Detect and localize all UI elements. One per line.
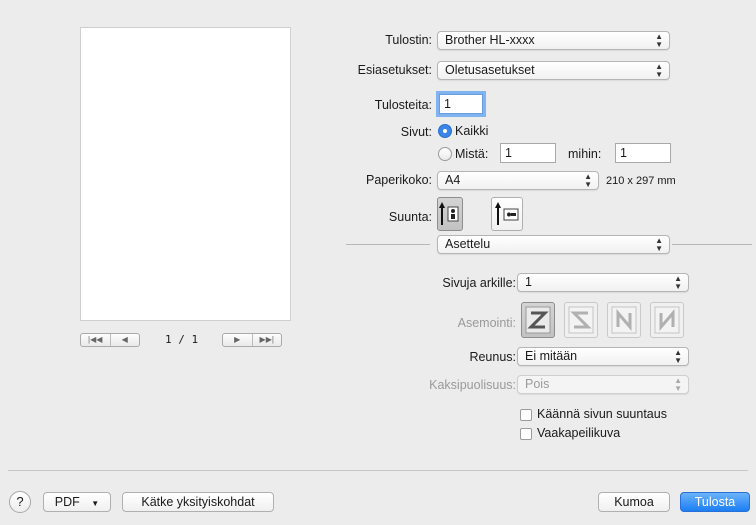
pages-label: Sivut: (400, 125, 432, 139)
preview-forward-controls[interactable]: ▶ ▶▶| (222, 333, 282, 347)
last-page-icon[interactable]: ▶▶| (251, 334, 282, 346)
chevron-down-icon: ▼ (91, 499, 100, 508)
presets-value: Oletusasetukset (445, 63, 535, 77)
pages-per-sheet-label: Sivuja arkille: (442, 276, 516, 290)
print-button[interactable]: Tulosta (680, 492, 750, 512)
section-divider-right (672, 244, 752, 245)
updown-arrows-icon: ▲ ▼ (584, 171, 592, 189)
updown-arrows-icon: ▲ ▼ (655, 61, 663, 79)
hide-details-button[interactable]: Kätke yksityiskohdat (122, 492, 274, 512)
section-value: Asettelu (445, 237, 491, 251)
layout-direction-label: Asemointi: (457, 316, 516, 330)
pages-from-label: Mistä: (455, 147, 489, 161)
pages-to-input[interactable]: 1 (615, 143, 671, 163)
pages-to-label: mihin: (568, 147, 602, 161)
presets-label: Esiasetukset: (357, 63, 432, 77)
pdf-label: PDF (54, 495, 80, 509)
cancel-button[interactable]: Kumoa (598, 492, 670, 512)
border-select[interactable]: Ei mitään ▲ ▼ (517, 347, 689, 366)
printer-select[interactable]: Brother HL-xxxx ▲ ▼ (437, 31, 670, 50)
updown-arrows-icon: ▲ ▼ (674, 375, 682, 393)
footer-divider (8, 470, 748, 471)
page-preview (80, 27, 291, 321)
two-sided-select[interactable]: Pois ▲ ▼ (517, 375, 689, 394)
updown-arrows-icon: ▲ ▼ (655, 31, 663, 49)
page-counter: 1 / 1 (165, 333, 199, 346)
paper-size-label: Paperikoko: (365, 173, 432, 187)
pdf-menu-button[interactable]: PDF ▼ (43, 492, 111, 512)
preview-back-controls[interactable]: |◀◀ ◀ (80, 333, 140, 347)
paper-size-select[interactable]: A4 ▲ ▼ (437, 171, 599, 190)
border-label: Reunus: (469, 350, 516, 364)
pages-from-input[interactable]: 1 (500, 143, 556, 163)
paper-size-value: A4 (445, 173, 461, 187)
layout-z-button[interactable] (521, 302, 555, 338)
updown-arrows-icon: ▲ ▼ (674, 273, 682, 291)
pages-all-label: Kaikki (455, 124, 489, 138)
printer-label: Tulostin: (385, 33, 432, 47)
paper-dimensions: 210 x 297 mm (606, 175, 676, 187)
layout-n-mirror-icon (611, 306, 637, 334)
reverse-orientation-label: Käännä sivun suuntaus (537, 407, 667, 421)
layout-n-mirror-button[interactable] (607, 302, 641, 338)
portrait-orientation-button[interactable] (437, 197, 463, 231)
copies-label: Tulosteita: (374, 98, 432, 112)
presets-select[interactable]: Oletusasetukset ▲ ▼ (437, 61, 670, 80)
layout-n-button[interactable] (650, 302, 684, 338)
pages-per-sheet-select[interactable]: 1 ▲ ▼ (517, 273, 689, 292)
landscape-orientation-button[interactable] (491, 197, 523, 231)
two-sided-value: Pois (525, 377, 550, 391)
previous-page-icon[interactable]: ◀ (109, 334, 140, 346)
border-value: Ei mitään (525, 349, 578, 363)
flip-horizontal-label: Vaakapeilikuva (537, 426, 621, 440)
next-page-icon[interactable]: ▶ (223, 334, 252, 346)
layout-s-button[interactable] (564, 302, 598, 338)
pages-per-sheet-value: 1 (525, 275, 532, 289)
section-select[interactable]: Asettelu ▲ ▼ (437, 235, 670, 254)
two-sided-label: Kaksipuolisuus: (429, 378, 516, 392)
section-divider-left (346, 244, 430, 245)
reverse-orientation-checkbox[interactable] (520, 409, 532, 421)
updown-arrows-icon: ▲ ▼ (674, 347, 682, 365)
updown-arrows-icon: ▲ ▼ (655, 235, 663, 253)
layout-z-icon (525, 306, 551, 334)
first-page-icon[interactable]: |◀◀ (81, 334, 110, 346)
copies-input[interactable]: 1 (439, 94, 483, 114)
flip-horizontal-checkbox[interactable] (520, 428, 532, 440)
landscape-person-icon (495, 202, 519, 225)
printer-value: Brother HL-xxxx (445, 33, 535, 47)
portrait-person-icon (439, 202, 459, 225)
help-button[interactable]: ? (9, 491, 31, 513)
layout-s-icon (568, 306, 594, 334)
pages-all-radio[interactable] (438, 124, 452, 138)
pages-range-radio[interactable] (438, 147, 452, 161)
layout-n-icon (654, 306, 680, 334)
orientation-label: Suunta: (388, 210, 432, 224)
